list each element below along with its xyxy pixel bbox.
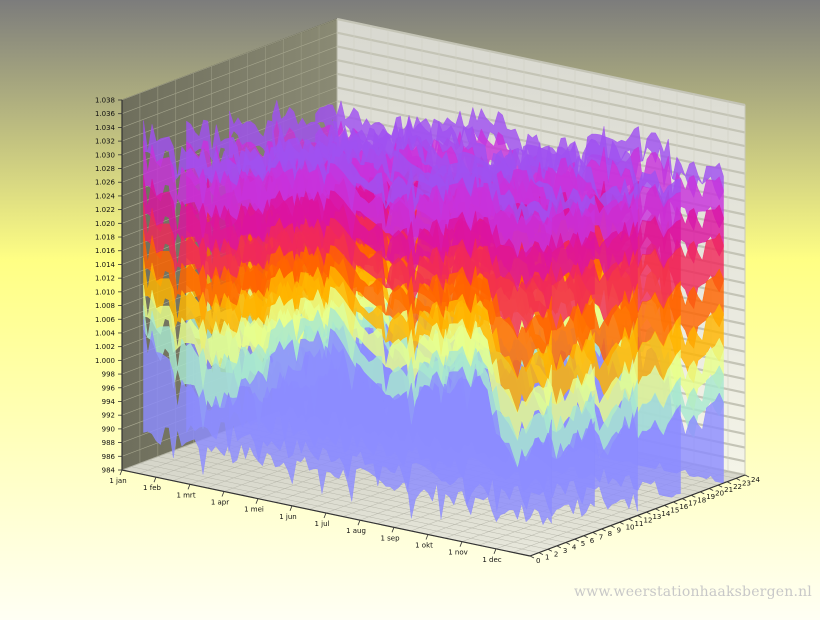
- y-tick-label: 988: [102, 439, 115, 447]
- y-tick-label: 1.008: [95, 302, 115, 310]
- z-tick-label: 22: [733, 483, 742, 491]
- z-tick-label: 19: [706, 493, 715, 501]
- z-tick-label: 8: [608, 530, 612, 538]
- x-tick-label: 1 mrt: [176, 491, 195, 499]
- y-tick-label: 998: [102, 371, 115, 379]
- x-tick-label: 1 sep: [380, 534, 400, 542]
- y-tick-label: 1.020: [95, 220, 115, 228]
- y-tick-label: 1.032: [95, 138, 115, 146]
- y-tick-label: 996: [102, 384, 116, 392]
- x-tick-label: 1 mei: [244, 506, 264, 514]
- z-tick-label: 6: [590, 537, 595, 545]
- z-tick-label: 5: [581, 540, 585, 548]
- watermark: www.weerstationhaaksbergen.nl: [573, 584, 812, 600]
- z-tick-label: 11: [635, 520, 644, 528]
- z-tick-label: 0: [536, 557, 540, 565]
- x-tick-label: 1 feb: [143, 484, 161, 492]
- y-tick-label: 986: [102, 453, 116, 461]
- z-tick-label: 7: [599, 533, 603, 541]
- y-tick-label: 1.004: [95, 329, 116, 337]
- y-tick-label: 994: [102, 398, 116, 406]
- z-tick-label: 17: [688, 500, 697, 508]
- z-tick-label: 21: [724, 486, 733, 494]
- z-tick-label: 18: [697, 496, 706, 504]
- z-tick-label: 10: [626, 523, 635, 531]
- z-tick-label: 2: [554, 550, 558, 558]
- y-tick-label: 1.006: [95, 316, 116, 324]
- z-tick-label: 4: [572, 544, 577, 552]
- z-tick-label: 12: [644, 517, 653, 525]
- y-tick-label: 1.036: [95, 110, 116, 118]
- x-tick-label: 1 jul: [314, 520, 329, 528]
- x-tick-label: 1 apr: [211, 499, 229, 507]
- x-tick-label: 1 jan: [109, 477, 126, 485]
- pressure-3d-chart: 9849869889909929949969981.0001.0021.0041…: [0, 0, 820, 620]
- y-tick-label: 1.038: [95, 97, 115, 105]
- y-tick-label: 992: [102, 412, 115, 420]
- z-tick-label: 3: [563, 547, 567, 555]
- y-tick-label: 1.012: [95, 275, 115, 283]
- y-tick-label: 984: [102, 467, 116, 475]
- y-tick-label: 1.018: [95, 234, 115, 242]
- y-tick-label: 990: [102, 425, 115, 433]
- z-tick-label: 13: [652, 513, 661, 521]
- x-tick-label: 1 aug: [346, 527, 366, 535]
- x-tick-label: 1 jun: [279, 513, 297, 521]
- y-tick-label: 1.016: [95, 247, 116, 255]
- z-tick-label: 24: [751, 476, 760, 484]
- y-tick-label: 1.002: [95, 343, 115, 351]
- y-tick-label: 1.034: [95, 124, 116, 132]
- x-tick-label: 1 okt: [415, 542, 433, 550]
- y-tick-label: 1.024: [95, 192, 116, 200]
- y-tick-label: 1.030: [95, 151, 115, 159]
- y-tick-label: 1.026: [95, 179, 116, 187]
- z-tick-label: 23: [742, 479, 751, 487]
- y-tick-label: 1.010: [95, 288, 115, 296]
- y-tick-label: 1.000: [95, 357, 115, 365]
- x-tick-label: 1 dec: [482, 556, 501, 564]
- y-tick-label: 1.014: [95, 261, 116, 269]
- z-tick-label: 15: [670, 506, 679, 514]
- x-tick-label: 1 nov: [448, 549, 468, 557]
- chart-canvas: 984 986 988 990 992 994 996 998 1.000 1.002 1.004 1…: [0, 0, 820, 620]
- y-tick-label: 1.028: [95, 165, 115, 173]
- z-tick-label: 9: [617, 527, 621, 535]
- z-tick-label: 1: [545, 554, 549, 562]
- y-tick-label: 1.022: [95, 206, 115, 214]
- z-tick-label: 20: [715, 490, 724, 498]
